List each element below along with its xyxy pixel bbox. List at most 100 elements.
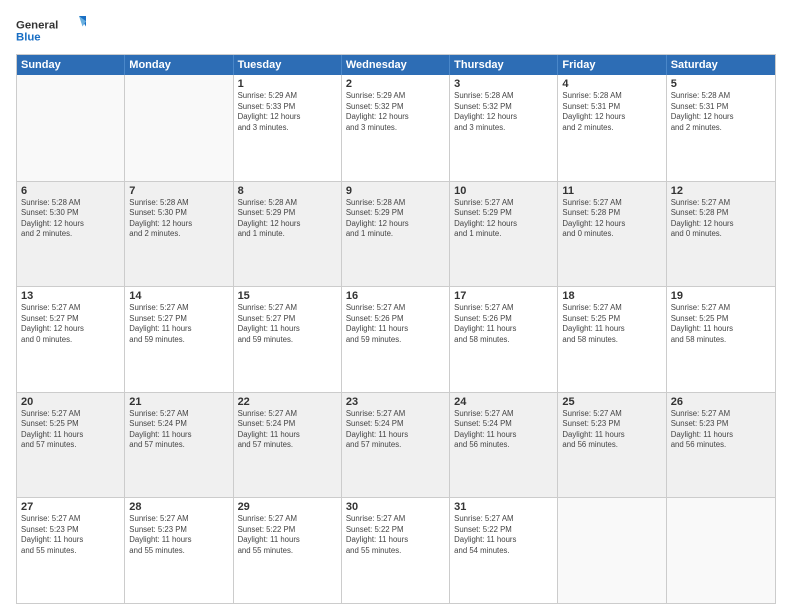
day-number: 20	[21, 396, 120, 408]
day-number: 14	[129, 290, 228, 302]
day-info: Sunrise: 5:28 AM Sunset: 5:29 PM Dayligh…	[238, 198, 337, 240]
header-day-friday: Friday	[558, 55, 666, 75]
svg-text:General: General	[16, 19, 58, 31]
day-info: Sunrise: 5:27 AM Sunset: 5:25 PM Dayligh…	[562, 303, 661, 345]
day-info: Sunrise: 5:27 AM Sunset: 5:27 PM Dayligh…	[238, 303, 337, 345]
day-info: Sunrise: 5:27 AM Sunset: 5:23 PM Dayligh…	[562, 409, 661, 451]
calendar-row-4: 27Sunrise: 5:27 AM Sunset: 5:23 PM Dayli…	[17, 497, 775, 603]
calendar-cell-1-1: 7Sunrise: 5:28 AM Sunset: 5:30 PM Daylig…	[125, 182, 233, 287]
calendar-cell-3-6: 26Sunrise: 5:27 AM Sunset: 5:23 PM Dayli…	[667, 393, 775, 498]
header-day-monday: Monday	[125, 55, 233, 75]
day-info: Sunrise: 5:27 AM Sunset: 5:23 PM Dayligh…	[21, 514, 120, 556]
header-day-saturday: Saturday	[667, 55, 775, 75]
day-info: Sunrise: 5:27 AM Sunset: 5:25 PM Dayligh…	[21, 409, 120, 451]
day-info: Sunrise: 5:29 AM Sunset: 5:33 PM Dayligh…	[238, 91, 337, 133]
day-info: Sunrise: 5:27 AM Sunset: 5:26 PM Dayligh…	[454, 303, 553, 345]
calendar-header: SundayMondayTuesdayWednesdayThursdayFrid…	[17, 55, 775, 75]
calendar-row-3: 20Sunrise: 5:27 AM Sunset: 5:25 PM Dayli…	[17, 392, 775, 498]
day-info: Sunrise: 5:28 AM Sunset: 5:29 PM Dayligh…	[346, 198, 445, 240]
calendar: SundayMondayTuesdayWednesdayThursdayFrid…	[16, 54, 776, 604]
calendar-cell-3-4: 24Sunrise: 5:27 AM Sunset: 5:24 PM Dayli…	[450, 393, 558, 498]
day-info: Sunrise: 5:28 AM Sunset: 5:31 PM Dayligh…	[562, 91, 661, 133]
day-info: Sunrise: 5:27 AM Sunset: 5:27 PM Dayligh…	[21, 303, 120, 345]
day-number: 19	[671, 290, 771, 302]
calendar-cell-4-3: 30Sunrise: 5:27 AM Sunset: 5:22 PM Dayli…	[342, 498, 450, 603]
calendar-cell-2-6: 19Sunrise: 5:27 AM Sunset: 5:25 PM Dayli…	[667, 287, 775, 392]
day-number: 11	[562, 185, 661, 197]
day-number: 5	[671, 78, 771, 90]
day-number: 3	[454, 78, 553, 90]
day-info: Sunrise: 5:27 AM Sunset: 5:24 PM Dayligh…	[346, 409, 445, 451]
calendar-cell-3-1: 21Sunrise: 5:27 AM Sunset: 5:24 PM Dayli…	[125, 393, 233, 498]
day-number: 23	[346, 396, 445, 408]
calendar-cell-1-2: 8Sunrise: 5:28 AM Sunset: 5:29 PM Daylig…	[234, 182, 342, 287]
day-number: 28	[129, 501, 228, 513]
calendar-cell-4-4: 31Sunrise: 5:27 AM Sunset: 5:22 PM Dayli…	[450, 498, 558, 603]
calendar-cell-3-5: 25Sunrise: 5:27 AM Sunset: 5:23 PM Dayli…	[558, 393, 666, 498]
calendar-cell-0-1	[125, 75, 233, 181]
day-info: Sunrise: 5:27 AM Sunset: 5:22 PM Dayligh…	[238, 514, 337, 556]
calendar-cell-1-6: 12Sunrise: 5:27 AM Sunset: 5:28 PM Dayli…	[667, 182, 775, 287]
day-number: 15	[238, 290, 337, 302]
day-info: Sunrise: 5:27 AM Sunset: 5:22 PM Dayligh…	[346, 514, 445, 556]
day-number: 7	[129, 185, 228, 197]
day-number: 17	[454, 290, 553, 302]
calendar-cell-0-3: 2Sunrise: 5:29 AM Sunset: 5:32 PM Daylig…	[342, 75, 450, 181]
day-number: 26	[671, 396, 771, 408]
calendar-cell-4-2: 29Sunrise: 5:27 AM Sunset: 5:22 PM Dayli…	[234, 498, 342, 603]
page: General Blue SundayMondayTuesdayWednesda…	[0, 0, 792, 612]
day-info: Sunrise: 5:27 AM Sunset: 5:23 PM Dayligh…	[671, 409, 771, 451]
day-info: Sunrise: 5:27 AM Sunset: 5:29 PM Dayligh…	[454, 198, 553, 240]
header-day-thursday: Thursday	[450, 55, 558, 75]
day-number: 13	[21, 290, 120, 302]
logo: General Blue	[16, 12, 86, 48]
calendar-cell-0-6: 5Sunrise: 5:28 AM Sunset: 5:31 PM Daylig…	[667, 75, 775, 181]
day-number: 6	[21, 185, 120, 197]
calendar-row-1: 6 Sunrise: 5:28 AM Sunset: 5:30 PM Daylig…	[17, 181, 775, 287]
calendar-cell-0-5: 4Sunrise: 5:28 AM Sunset: 5:31 PM Daylig…	[558, 75, 666, 181]
calendar-cell-2-2: 15Sunrise: 5:27 AM Sunset: 5:27 PM Dayli…	[234, 287, 342, 392]
day-info: Sunrise: 5:28 AM Sunset: 5:30 PM Dayligh…	[129, 198, 228, 240]
calendar-cell-2-5: 18Sunrise: 5:27 AM Sunset: 5:25 PM Dayli…	[558, 287, 666, 392]
day-number: 27	[21, 501, 120, 513]
calendar-cell-2-4: 17Sunrise: 5:27 AM Sunset: 5:26 PM Dayli…	[450, 287, 558, 392]
day-info: Sunrise: 5:27 AM Sunset: 5:25 PM Dayligh…	[671, 303, 771, 345]
calendar-cell-1-0: 6Sunrise: 5:28 AM Sunset: 5:30 PM Daylig…	[17, 182, 125, 287]
calendar-cell-1-4: 10Sunrise: 5:27 AM Sunset: 5:29 PM Dayli…	[450, 182, 558, 287]
day-info: Sunrise: 5:28 AM Sunset: 5:31 PM Dayligh…	[671, 91, 771, 133]
calendar-cell-3-3: 23Sunrise: 5:27 AM Sunset: 5:24 PM Dayli…	[342, 393, 450, 498]
day-number: 31	[454, 501, 553, 513]
day-number: 9	[346, 185, 445, 197]
logo-svg: General Blue	[16, 12, 86, 48]
day-number: 22	[238, 396, 337, 408]
calendar-cell-2-3: 16Sunrise: 5:27 AM Sunset: 5:26 PM Dayli…	[342, 287, 450, 392]
day-info: Sunrise: 5:28 AM Sunset: 5:32 PM Dayligh…	[454, 91, 553, 133]
calendar-cell-1-5: 11Sunrise: 5:27 AM Sunset: 5:28 PM Dayli…	[558, 182, 666, 287]
calendar-row-2: 13Sunrise: 5:27 AM Sunset: 5:27 PM Dayli…	[17, 286, 775, 392]
calendar-cell-0-0	[17, 75, 125, 181]
calendar-cell-4-5	[558, 498, 666, 603]
day-number: 1	[238, 78, 337, 90]
day-number: 24	[454, 396, 553, 408]
day-info: Sunrise: 5:29 AM Sunset: 5:32 PM Dayligh…	[346, 91, 445, 133]
svg-text:Blue: Blue	[16, 32, 41, 44]
day-info: Sunrise: 5:27 AM Sunset: 5:28 PM Dayligh…	[562, 198, 661, 240]
day-number: 21	[129, 396, 228, 408]
day-info: Sunrise: 5:27 AM Sunset: 5:23 PM Dayligh…	[129, 514, 228, 556]
day-number: 16	[346, 290, 445, 302]
calendar-cell-1-3: 9Sunrise: 5:28 AM Sunset: 5:29 PM Daylig…	[342, 182, 450, 287]
day-number: 2	[346, 78, 445, 90]
calendar-cell-4-1: 28Sunrise: 5:27 AM Sunset: 5:23 PM Dayli…	[125, 498, 233, 603]
day-number: 4	[562, 78, 661, 90]
calendar-cell-4-0: 27Sunrise: 5:27 AM Sunset: 5:23 PM Dayli…	[17, 498, 125, 603]
header-day-wednesday: Wednesday	[342, 55, 450, 75]
calendar-row-0: 1Sunrise: 5:29 AM Sunset: 5:33 PM Daylig…	[17, 75, 775, 181]
calendar-cell-0-4: 3Sunrise: 5:28 AM Sunset: 5:32 PM Daylig…	[450, 75, 558, 181]
day-info: Sunrise: 5:27 AM Sunset: 5:28 PM Dayligh…	[671, 198, 771, 240]
day-number: 25	[562, 396, 661, 408]
header-day-tuesday: Tuesday	[234, 55, 342, 75]
header: General Blue	[16, 12, 776, 48]
header-day-sunday: Sunday	[17, 55, 125, 75]
day-info: Sunrise: 5:27 AM Sunset: 5:27 PM Dayligh…	[129, 303, 228, 345]
calendar-cell-4-6	[667, 498, 775, 603]
